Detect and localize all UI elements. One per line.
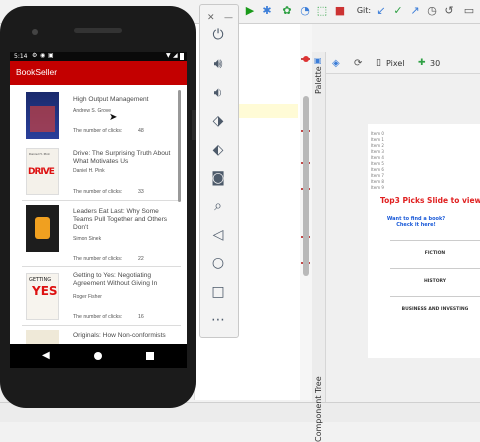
signal-icon: ◢ [173, 52, 178, 59]
app-bar: BookSeller [10, 61, 187, 85]
overview-icon[interactable]: □ [209, 283, 227, 301]
run-icon[interactable]: ▶ [243, 4, 257, 18]
preview-row: BUSINESS AND INVESTING [390, 296, 480, 322]
nav-recents-icon[interactable] [146, 352, 154, 360]
clicks-count: 22 [138, 256, 144, 262]
book-author: Daniel H. Pink [73, 168, 105, 174]
android-icon: ✚ [418, 58, 426, 68]
list-item: Item 0 [371, 131, 384, 136]
settings-icon: ⚙ [32, 52, 38, 59]
volume-down-icon[interactable]: 🔉︎ [209, 84, 227, 102]
design-toolbar: ◈ ⟳ ▯ Pixel ✚ 30 [326, 54, 480, 74]
camera-icon[interactable]: ◙ [209, 169, 227, 187]
nav-home-icon[interactable] [94, 352, 102, 360]
clicks-count: 16 [138, 314, 144, 320]
status-bar: 5:14 ⚙ ◉ ▣ ▼ ◢ [10, 52, 187, 61]
book-author: Andrew S. Grove [73, 108, 112, 114]
list-item: Item 4 [371, 155, 384, 160]
layers-icon[interactable]: ◈ [332, 58, 340, 69]
book-cover [26, 205, 59, 252]
zoom-icon[interactable]: ⌕ [209, 197, 227, 215]
list-item: Item 3 [371, 149, 384, 154]
app-title: BookSeller [16, 67, 58, 77]
debug-icon[interactable]: ✱ [260, 4, 274, 18]
device-selector[interactable]: Pixel [386, 59, 405, 68]
editor-highlight [238, 104, 298, 118]
book-title: Drive: The Surprising Truth About What M… [73, 150, 171, 165]
git-label: Git: [356, 6, 372, 15]
nav-back-icon[interactable]: ◀ [42, 350, 50, 361]
orientation-icon[interactable]: ⟳ [354, 58, 362, 69]
rotate-right-icon[interactable]: ⬖ [209, 141, 227, 159]
profile-icon[interactable]: ◔ [298, 4, 312, 18]
book-title: Originals: How Non-conformists [73, 332, 166, 339]
wifi-icon: ▼ [166, 52, 171, 59]
api-selector[interactable]: 30 [430, 59, 440, 68]
minimize-icon[interactable]: — [224, 13, 233, 23]
back-icon[interactable]: ◁ [209, 226, 227, 244]
git-update-icon[interactable]: ↙ [374, 4, 388, 18]
rollback-icon[interactable]: ↺ [442, 4, 456, 18]
clicks-count: 33 [138, 189, 144, 195]
git-commit-icon[interactable]: ✓ [391, 4, 405, 18]
list-item: Item 7 [371, 173, 384, 178]
attach-icon[interactable]: ⬚ [315, 4, 329, 18]
history-icon[interactable]: ◷ [425, 4, 439, 18]
home-icon[interactable]: ○ [209, 254, 227, 272]
list-item: Item 8 [371, 179, 384, 184]
component-tree-tab[interactable]: Component Tree [314, 376, 323, 442]
window-icon[interactable]: ▭ [462, 4, 476, 18]
book-title: High Output Management [73, 96, 149, 103]
stop-icon[interactable]: ■ [333, 4, 347, 18]
earpiece [74, 28, 122, 33]
cursor-icon: ➤ [109, 112, 118, 123]
side-button[interactable] [192, 110, 196, 140]
git-push-icon[interactable]: ↗ [408, 4, 422, 18]
preview-row: FICTION [390, 240, 480, 266]
close-icon[interactable]: ✕ [207, 13, 215, 23]
book-author: Roger Fisher [73, 294, 102, 300]
book-cover [26, 330, 59, 344]
front-camera [32, 29, 38, 35]
clicks-count: 48 [138, 128, 144, 134]
preview-title: Top3 Picks Slide to view the [380, 196, 480, 205]
clicks-label: The number of clicks: [73, 314, 123, 320]
list-item: Item 6 [371, 167, 384, 172]
sim-icon: ◉ [40, 52, 46, 59]
palette-icon[interactable]: ▣ [314, 56, 324, 66]
editor-scrollbar[interactable] [303, 96, 309, 276]
book-title: Leaders Eat Last: Why Some Teams Pull To… [73, 208, 168, 231]
navigation-bar: ◀ [10, 344, 187, 368]
battery-icon [180, 53, 184, 60]
clicks-label: The number of clicks: [73, 128, 123, 134]
error-indicator-icon[interactable] [303, 56, 309, 62]
list-item: Item 9 [371, 185, 384, 190]
preview-row: HISTORY [390, 268, 480, 294]
bug-icon[interactable]: ✿ [280, 4, 294, 18]
clicks-label: The number of clicks: [73, 256, 123, 262]
list-scrollbar[interactable] [178, 90, 181, 202]
more-icon[interactable]: ⋯ [209, 311, 227, 329]
volume-up-icon[interactable]: 🔊︎ [209, 55, 227, 73]
book-cover: Daniel H. Pink DRIVE [26, 148, 59, 195]
vpn-icon: ▣ [48, 52, 54, 59]
list-item: Item 2 [371, 143, 384, 148]
preview-link: Want to find a book? Check it here! [386, 216, 446, 228]
status-time: 5:14 [14, 53, 28, 60]
book-author: Simon Sinek [73, 236, 102, 242]
palette-strip: Palette Component Tree [312, 52, 326, 442]
palette-tab[interactable]: Palette [314, 66, 323, 94]
list-item: Item 1 [371, 137, 384, 142]
book-cover: GETTING YES [26, 273, 59, 320]
book-title: Getting to Yes: Negotiating Agreement Wi… [73, 272, 158, 287]
rotate-left-icon[interactable]: ⬗ [209, 112, 227, 130]
book-cover [26, 92, 59, 139]
list-item: Item 5 [371, 161, 384, 166]
clicks-label: The number of clicks: [73, 189, 123, 195]
power-icon[interactable]: ⏻ [209, 26, 227, 44]
device-icon: ▯ [376, 58, 381, 68]
